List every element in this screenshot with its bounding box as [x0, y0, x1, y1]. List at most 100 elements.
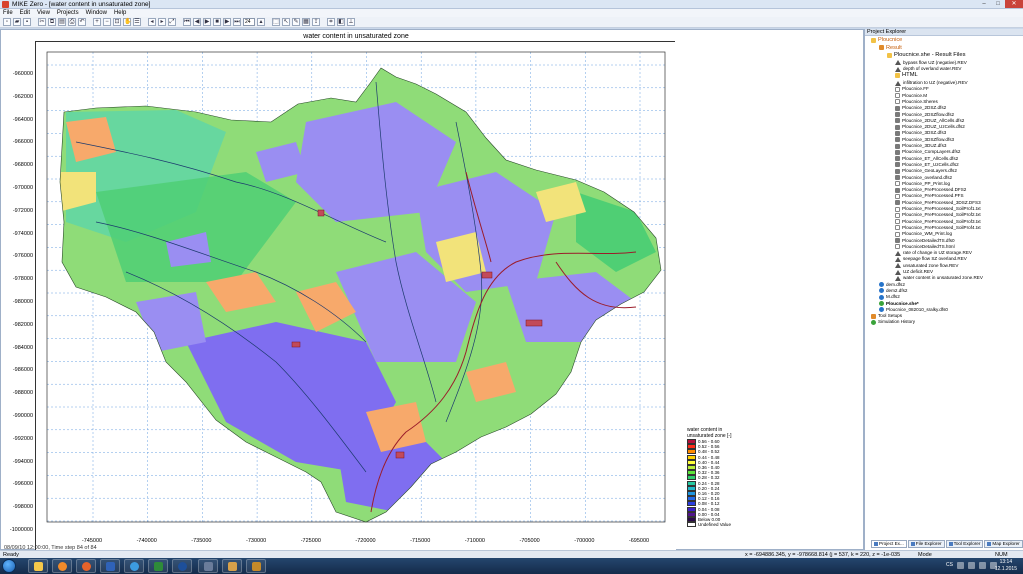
animation-stop-icon[interactable]: ■: [213, 18, 221, 26]
water-content-map[interactable]: [36, 42, 676, 551]
tree-item[interactable]: Ploucnice.she - Result Files: [887, 52, 966, 58]
animation-play-icon[interactable]: ▶: [203, 18, 211, 26]
copy-icon[interactable]: ⧉: [48, 18, 56, 26]
word-icon[interactable]: [100, 559, 120, 573]
tree-item[interactable]: Ploucnice_ET_AllCells.dfs2: [895, 156, 958, 162]
tree-item[interactable]: Ploucnice_2DUZ_AllCells.dfs2: [895, 118, 964, 124]
tree-item[interactable]: Ploucnice_WM_Print.log: [895, 231, 952, 237]
tree-item[interactable]: Ploucnice_2DSZ.dfs2: [895, 105, 946, 111]
step-up-icon[interactable]: ▴: [257, 18, 265, 26]
tree-item[interactable]: unsaturated zone flow.REV: [895, 263, 958, 269]
tree-item[interactable]: rate of change in UZ storage.REV: [895, 250, 972, 256]
zoom-previous-icon[interactable]: ◂: [148, 18, 156, 26]
tree-item[interactable]: Ploucnice_PP_Print.log: [895, 181, 950, 187]
tree-item[interactable]: Ploucnice.FF: [895, 86, 929, 92]
zoom-next-icon[interactable]: ▸: [158, 18, 166, 26]
tree-item[interactable]: M.dfs2: [879, 294, 900, 300]
tree-item[interactable]: PloucniceDetailedTS.dfs0: [895, 238, 955, 244]
tree-item[interactable]: Ploucnice_PreProcessed_SoilProf2.txt: [895, 212, 981, 218]
export-icon[interactable]: ⇪: [312, 18, 320, 26]
open-icon[interactable]: ▰: [13, 18, 21, 26]
graph-icon[interactable]: ⌗: [327, 18, 335, 26]
new-icon[interactable]: ▫: [3, 18, 11, 26]
zoom-out-icon[interactable]: −: [103, 18, 111, 26]
map-frame[interactable]: [35, 41, 676, 551]
media-player-icon[interactable]: [52, 559, 72, 573]
frame-step-input[interactable]: 24: [243, 18, 255, 26]
paste-icon[interactable]: ▤: [58, 18, 66, 26]
tree-item[interactable]: HTML: [895, 72, 918, 78]
zoom-extent-icon[interactable]: ⤢: [168, 18, 176, 26]
table-icon[interactable]: ▦: [302, 18, 310, 26]
tree-item[interactable]: infiltration to UZ (negative).REV: [895, 80, 968, 86]
tree-item[interactable]: bypass flow UZ (negative).REV: [895, 60, 967, 66]
tree-item[interactable]: Ploucnice_3DSZflow.dfs3: [895, 137, 954, 143]
animation-first-icon[interactable]: ⏮: [183, 18, 191, 26]
tree-item[interactable]: Ploucnice.she*: [879, 301, 919, 307]
menu-help[interactable]: Help: [114, 9, 126, 17]
tree-item[interactable]: dem2.dfs2: [879, 288, 907, 294]
start-button[interactable]: [2, 559, 16, 573]
properties-icon[interactable]: ☰: [133, 18, 141, 26]
explorer-icon[interactable]: [28, 559, 48, 573]
language-indicator[interactable]: CS: [946, 562, 953, 569]
excel-icon[interactable]: [148, 559, 168, 573]
tab-file-explorer[interactable]: File Explorer: [907, 540, 945, 548]
tree-item[interactable]: seepage flow SZ overland.REV: [895, 256, 967, 262]
zoom-box-icon[interactable]: ⊡: [113, 18, 121, 26]
tree-item[interactable]: Ploucnice.M: [895, 93, 927, 99]
tree-item[interactable]: Ploucnice_3DSZ.dfs3: [895, 130, 946, 136]
save-icon[interactable]: ▪: [23, 18, 31, 26]
tree-item[interactable]: Ploucnice_GeoLayers.dfs2: [895, 168, 957, 174]
menu-projects[interactable]: Projects: [57, 9, 79, 17]
tab-tool-explorer[interactable]: Tool Explorer: [945, 540, 984, 548]
tree-item[interactable]: Ploucnice_PreProcessed.PFS: [895, 193, 964, 199]
tree-item[interactable]: Ploucnice_3DUZ.dfs3: [895, 143, 946, 149]
zoom-in-icon[interactable]: +: [93, 18, 101, 26]
pointer-icon[interactable]: ↖: [282, 18, 290, 26]
tab-project-explorer[interactable]: Project Ex...: [871, 540, 907, 548]
network-icon[interactable]: [957, 562, 964, 569]
tree-item[interactable]: Ploucnice_overland.dfs2: [895, 175, 952, 181]
tree-item[interactable]: Ploucnice_2DUZ_UzCells.dfs2: [895, 124, 965, 130]
tree-item[interactable]: Ploucnice: [871, 37, 902, 43]
cut-icon[interactable]: ✂: [38, 18, 46, 26]
layers-icon[interactable]: ◧: [337, 18, 345, 26]
minimize-button[interactable]: –: [977, 0, 991, 8]
maximize-button[interactable]: □: [991, 0, 1005, 8]
tree-item[interactable]: Ploucnice_082010_sralky.dfs0: [879, 307, 948, 313]
tree-item[interactable]: Ploucnice_PreProcessed.DFS2: [895, 187, 966, 193]
internet-explorer-icon[interactable]: [124, 559, 144, 573]
mike-icon[interactable]: [172, 559, 192, 573]
tree-item[interactable]: Ploucnice_PreProcessed_SoilProf4.txt: [895, 225, 981, 231]
paint-icon[interactable]: [222, 559, 242, 573]
print-icon[interactable]: ⎙: [68, 18, 76, 26]
animation-next-icon[interactable]: ▶: [223, 18, 231, 26]
tree-item[interactable]: PloucniceDetailedTS.html: [895, 244, 955, 250]
measure-icon[interactable]: ⟂: [347, 18, 355, 26]
menu-edit[interactable]: Edit: [20, 9, 30, 17]
tree-item[interactable]: dem.dfs2: [879, 282, 905, 288]
tree-item[interactable]: Tool Setups: [871, 313, 902, 319]
tab-map-explorer[interactable]: Map Explorer: [984, 540, 1023, 548]
tree-item[interactable]: depth of overland water.REV: [895, 66, 961, 72]
tree-item[interactable]: Ploucnice_PreProcessed_SoilProf3.txt: [895, 219, 981, 225]
animation-prev-icon[interactable]: ◀: [193, 18, 201, 26]
tree-item[interactable]: UZ deficit.REV: [895, 269, 933, 275]
tree-item[interactable]: Simulation History: [871, 319, 915, 325]
menu-file[interactable]: File: [3, 9, 13, 17]
menu-view[interactable]: View: [37, 9, 50, 17]
menu-window[interactable]: Window: [86, 9, 107, 17]
tree-item[interactable]: Ploucnice.Sheres: [895, 99, 938, 105]
tree-item[interactable]: Ploucnice_2DSZflow.dfs2: [895, 112, 954, 118]
select-icon[interactable]: ⬚: [272, 18, 280, 26]
pan-icon[interactable]: ✋: [123, 18, 131, 26]
undo-icon[interactable]: ↶: [78, 18, 86, 26]
volume-icon[interactable]: [968, 562, 975, 569]
draw-icon[interactable]: ✎: [292, 18, 300, 26]
close-button[interactable]: ✕: [1005, 0, 1023, 8]
flag-icon[interactable]: [979, 562, 986, 569]
tree-item[interactable]: Ploucnice_ET_UzCells.dfs2: [895, 162, 959, 168]
vmware-icon[interactable]: [198, 559, 218, 573]
tree-item[interactable]: Ploucnice_PreProcessed_SoilProf1.txt: [895, 206, 981, 212]
